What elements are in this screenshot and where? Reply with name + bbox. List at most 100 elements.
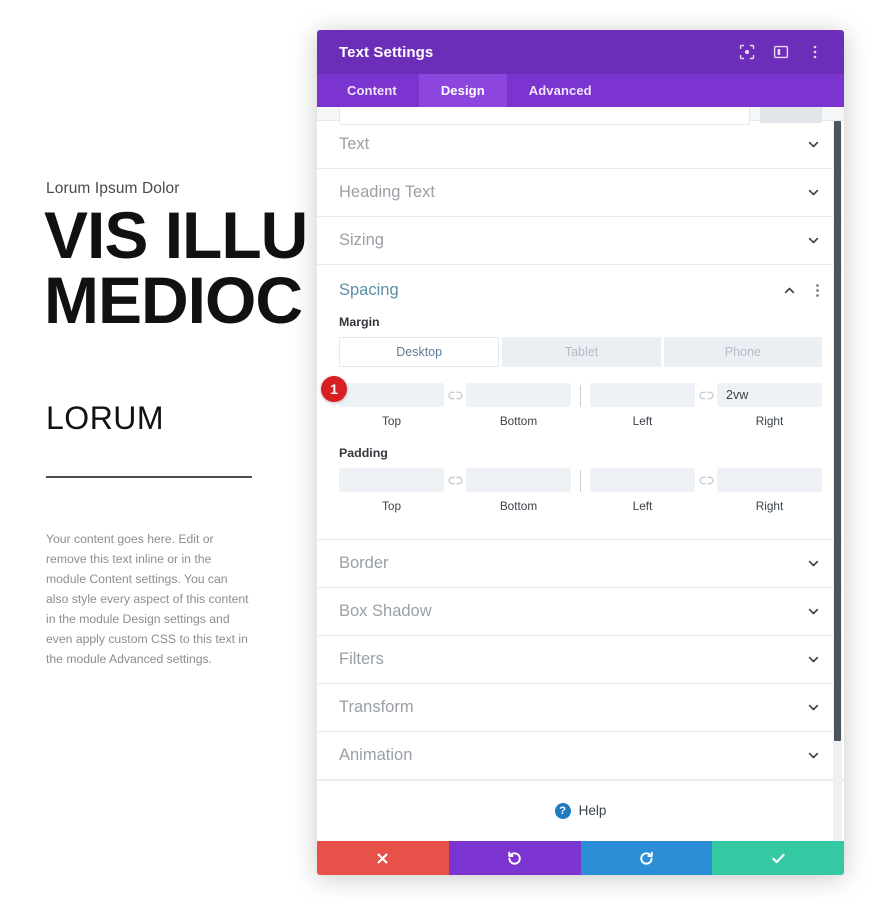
- help-label: Help: [578, 803, 607, 818]
- margin-top-input[interactable]: [339, 383, 444, 407]
- padding-top-bottom-unlink-icon[interactable]: [444, 468, 466, 492]
- chevron-down-icon: [806, 234, 820, 248]
- padding-horizontal-group: Left Right: [590, 468, 822, 513]
- chevron-down-icon: [806, 138, 820, 152]
- margin-top-caption: Top: [381, 414, 402, 428]
- margin-vertical-group: Top Bottom: [339, 383, 571, 428]
- padding-bottom-caption: Bottom: [499, 499, 538, 513]
- padding-top-field: Top: [339, 468, 444, 513]
- section-sizing[interactable]: Sizing: [317, 217, 844, 265]
- padding-right-input[interactable]: [717, 468, 822, 492]
- help-row[interactable]: ? Help: [317, 780, 844, 840]
- section-spacing: Spacing Margin Desktop Tablet Phone 1 To…: [317, 265, 844, 540]
- responsive-tablet-button[interactable]: Tablet: [502, 337, 661, 367]
- padding-top-input[interactable]: [339, 468, 444, 492]
- margin-left-right-unlink-icon[interactable]: [695, 383, 717, 407]
- padding-bottom-field: Bottom: [466, 468, 571, 513]
- content-main-heading: VIS ILLU MEDIOC: [44, 198, 308, 337]
- chevron-down-icon: [806, 557, 820, 571]
- chevron-down-icon: [806, 186, 820, 200]
- more-vertical-icon[interactable]: [806, 43, 824, 61]
- section-transform[interactable]: Transform: [317, 684, 844, 732]
- padding-left-right-unlink-icon[interactable]: [695, 468, 717, 492]
- margin-responsive-toggle: Desktop Tablet Phone: [339, 337, 822, 367]
- save-button[interactable]: [712, 841, 844, 875]
- content-body-text: Your content goes here. Edit or remove t…: [46, 532, 249, 666]
- section-animation[interactable]: Animation: [317, 732, 844, 780]
- help-icon: ?: [554, 802, 571, 819]
- section-spacing-header[interactable]: Spacing: [317, 265, 844, 315]
- panel-tab-bar: Content Design Advanced: [317, 74, 844, 107]
- section-text[interactable]: Text: [317, 121, 844, 169]
- section-filters[interactable]: Filters: [317, 636, 844, 684]
- padding-left-field: Left: [590, 468, 695, 513]
- padding-left-input[interactable]: [590, 468, 695, 492]
- section-box-shadow[interactable]: Box Shadow: [317, 588, 844, 636]
- margin-label: Margin: [339, 315, 380, 329]
- chevron-down-icon: [806, 605, 820, 619]
- panel-scrollbar[interactable]: [833, 121, 842, 841]
- responsive-phone-button[interactable]: Phone: [663, 337, 822, 367]
- margin-left-caption: Left: [632, 414, 653, 428]
- panel-scrollbar-thumb[interactable]: [834, 121, 841, 741]
- section-animation-label: Animation: [339, 746, 413, 764]
- chevron-down-icon: [806, 701, 820, 715]
- padding-top-caption: Top: [381, 499, 402, 513]
- section-heading-text[interactable]: Heading Text: [317, 169, 844, 217]
- margin-bottom-field: Bottom: [466, 383, 571, 428]
- content-heading-line-2: MEDIOC: [44, 262, 303, 337]
- margin-left-field: Left: [590, 383, 695, 428]
- section-border[interactable]: Border: [317, 540, 844, 588]
- step-badge-1: 1: [321, 376, 347, 402]
- layout-columns-icon[interactable]: [772, 43, 790, 61]
- margin-group-divider: [580, 385, 581, 407]
- spacing-bottom-gap: [317, 517, 844, 539]
- undo-button[interactable]: [448, 841, 581, 875]
- margin-left-input[interactable]: [590, 383, 695, 407]
- responsive-desktop-button[interactable]: Desktop: [339, 337, 500, 367]
- tab-design[interactable]: Design: [418, 74, 507, 107]
- margin-bottom-input[interactable]: [466, 383, 571, 407]
- section-text-label: Text: [339, 135, 370, 153]
- margin-fields-row: 1 Top Bottom Left 2vw Right: [317, 376, 844, 428]
- content-divider-rule: [46, 476, 252, 478]
- padding-right-field: Right: [717, 468, 822, 513]
- margin-right-field: Right: [717, 383, 822, 428]
- spacing-more-options-icon[interactable]: [810, 283, 824, 297]
- panel-sections: Text Heading Text Sizing Spacing Margin …: [317, 121, 844, 840]
- content-subheading: LORUM: [46, 400, 165, 436]
- chevron-down-icon: [806, 749, 820, 763]
- spacing-gap: [317, 432, 844, 446]
- focus-icon[interactable]: [738, 43, 756, 61]
- section-spacing-label: Spacing: [339, 280, 399, 299]
- section-heading-text-label: Heading Text: [339, 183, 436, 201]
- section-box-shadow-label: Box Shadow: [339, 602, 432, 620]
- content-heading-line-1: VIS ILLU: [44, 198, 308, 272]
- tab-advanced[interactable]: Advanced: [507, 74, 614, 107]
- padding-label: Padding: [339, 446, 388, 460]
- tab-content[interactable]: Content: [325, 74, 419, 107]
- redo-button[interactable]: [580, 841, 713, 875]
- section-border-label: Border: [339, 554, 389, 572]
- page-content-preview: Lorum Ipsum Dolor VIS ILLU MEDIOC LORUM …: [0, 0, 360, 911]
- screen: Lorum Ipsum Dolor VIS ILLU MEDIOC LORUM …: [0, 0, 880, 911]
- margin-right-input[interactable]: [717, 383, 822, 407]
- padding-vertical-group: Top Bottom: [339, 468, 571, 513]
- margin-right-caption: Right: [755, 414, 784, 428]
- panel-scroll-body: Text Heading Text Sizing Spacing Margin …: [317, 121, 844, 841]
- margin-top-field: Top: [339, 383, 444, 428]
- margin-top-bottom-unlink-icon[interactable]: [444, 383, 466, 407]
- panel-title: Text Settings: [339, 43, 434, 61]
- cancel-button[interactable]: [317, 841, 449, 875]
- chevron-down-icon: [806, 653, 820, 667]
- margin-bottom-caption: Bottom: [499, 414, 538, 428]
- padding-bottom-input[interactable]: [466, 468, 571, 492]
- section-transform-label: Transform: [339, 698, 414, 716]
- padding-group-divider: [580, 470, 581, 492]
- padding-left-caption: Left: [632, 499, 653, 513]
- padding-fields-row: Top Bottom Left Right: [317, 468, 844, 513]
- text-settings-panel: Text Settings Content Design Advanced Te…: [317, 30, 844, 875]
- chevron-up-icon[interactable]: [782, 283, 796, 297]
- panel-header-actions: [738, 43, 824, 61]
- content-eyebrow: Lorum Ipsum Dolor: [46, 180, 180, 197]
